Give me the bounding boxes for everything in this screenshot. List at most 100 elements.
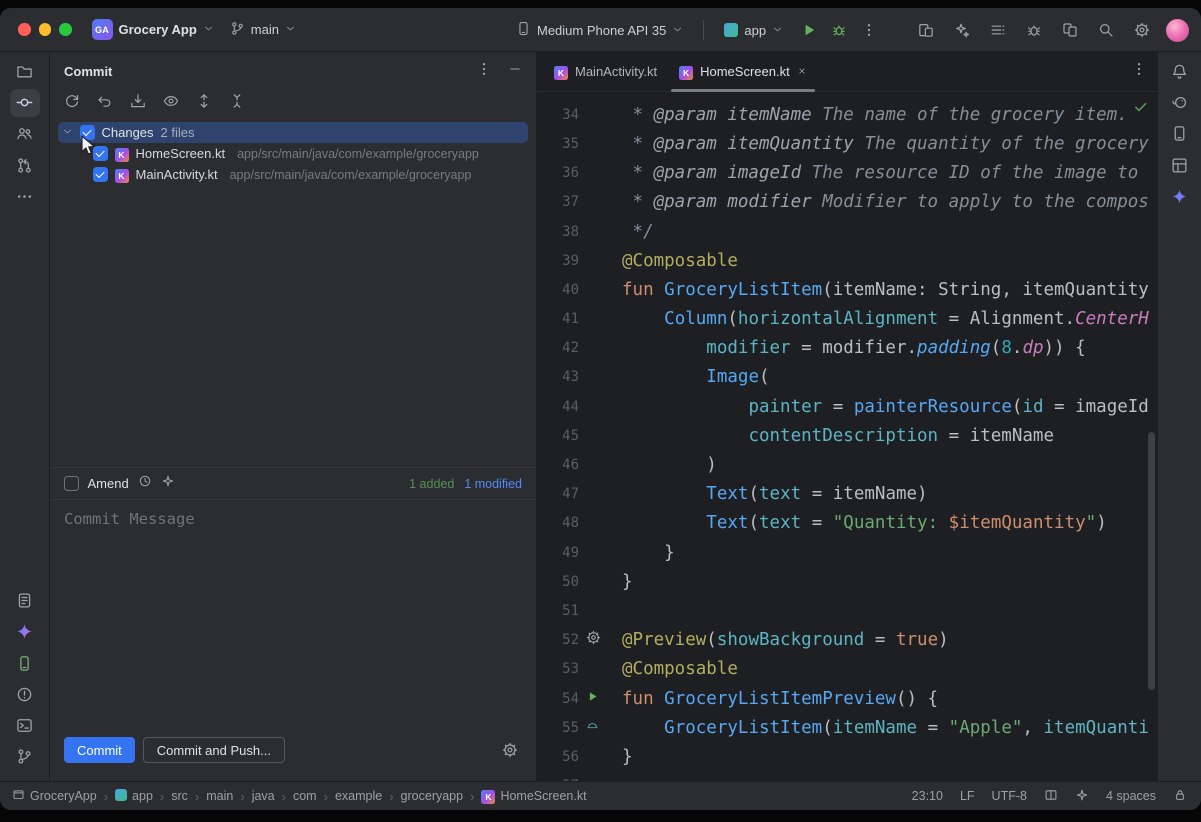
commit-and-push-button[interactable]: Commit and Push... xyxy=(143,737,285,763)
breadcrumb-HomeScreen.kt[interactable]: KHomeScreen.kt xyxy=(481,789,586,804)
ai-sparkle-icon[interactable] xyxy=(1075,788,1089,805)
chevron-down-icon xyxy=(772,23,783,38)
indent-size[interactable]: 4 spaces xyxy=(1106,789,1156,803)
status-bar-right: 23:10 LF UTF-8 4 spaces xyxy=(912,788,1187,805)
logcat-icon[interactable] xyxy=(10,587,40,615)
editor-tab-MainActivity.kt[interactable]: KMainActivity.kt xyxy=(543,52,668,91)
device-manager-icon[interactable] xyxy=(1165,120,1195,148)
line-number: 55 xyxy=(537,720,579,736)
code-text: } xyxy=(622,543,1157,563)
collapse-all-icon[interactable] xyxy=(229,93,245,114)
device-selector[interactable]: Medium Phone API 35 xyxy=(508,17,691,43)
preview-icon[interactable] xyxy=(586,719,599,737)
device-pair-icon[interactable] xyxy=(1058,18,1082,42)
breadcrumb-GroceryApp[interactable]: GroceryApp xyxy=(12,788,97,804)
layout-inspector-icon[interactable] xyxy=(1165,151,1195,179)
commit-options-gear-icon[interactable] xyxy=(498,738,522,762)
encoding[interactable]: UTF-8 xyxy=(992,789,1027,803)
breadcrumb-main[interactable]: main xyxy=(206,789,233,803)
task-list-icon[interactable] xyxy=(986,18,1010,42)
line-number: 47 xyxy=(537,486,579,502)
rollback-icon[interactable] xyxy=(97,93,113,114)
line-number: 54 xyxy=(537,691,579,707)
changed-file-row[interactable]: KMainActivity.ktapp/src/main/java/com/ex… xyxy=(58,164,528,185)
code-text: * @param modifier Modifier to apply to t… xyxy=(622,192,1157,212)
profiler-icon[interactable] xyxy=(1022,18,1046,42)
expand-all-icon[interactable] xyxy=(196,93,212,114)
cursor-position[interactable]: 23:10 xyxy=(912,789,943,803)
terminal-icon[interactable] xyxy=(10,712,40,740)
folder-icon[interactable] xyxy=(10,57,40,85)
changes-checkbox[interactable] xyxy=(80,125,95,140)
minimize-window-button[interactable] xyxy=(39,23,52,36)
tab-options-icon[interactable] xyxy=(1131,61,1147,82)
divider xyxy=(703,20,704,40)
code-text: * @param itemQuantity The quantity of th… xyxy=(622,134,1157,154)
vcs-icon[interactable] xyxy=(10,743,40,771)
device-mirror-icon[interactable] xyxy=(914,18,938,42)
file-checkbox[interactable] xyxy=(93,167,108,182)
run-button[interactable] xyxy=(797,18,821,42)
debug-button[interactable] xyxy=(827,18,851,42)
code-text: contentDescription = itemName xyxy=(622,426,1157,446)
right-tool-stripe xyxy=(1157,52,1201,781)
commit-button[interactable]: Commit xyxy=(64,737,135,763)
editor-scrollbar[interactable] xyxy=(1148,432,1155,690)
shelve-icon[interactable] xyxy=(130,93,146,114)
users-icon[interactable] xyxy=(10,120,40,148)
more-run-options-icon[interactable] xyxy=(857,18,881,42)
breadcrumb-app[interactable]: app xyxy=(115,789,153,804)
breadcrumb-java[interactable]: java xyxy=(252,789,275,803)
gradle-icon[interactable] xyxy=(1165,89,1195,117)
commit-icon[interactable] xyxy=(10,89,40,117)
commit-panel-options-icon[interactable] xyxy=(476,61,492,82)
breadcrumb-separator: › xyxy=(240,789,244,804)
run-icon[interactable] xyxy=(586,690,599,708)
inspections-ok-icon[interactable] xyxy=(1133,99,1148,119)
hide-panel-icon[interactable] xyxy=(508,62,522,81)
changes-label: Changes xyxy=(102,125,154,140)
lock-icon[interactable] xyxy=(1173,788,1187,805)
reader-mode-icon[interactable] xyxy=(1044,788,1058,805)
breadcrumb-example[interactable]: example xyxy=(335,789,382,803)
expand-chevron-icon[interactable] xyxy=(62,125,73,140)
settings-icon[interactable] xyxy=(1130,18,1154,42)
file-checkbox[interactable] xyxy=(93,146,108,161)
commit-message-input[interactable]: Commit Message xyxy=(50,499,536,729)
problems-icon[interactable] xyxy=(10,680,40,708)
amend-checkbox[interactable] xyxy=(64,476,79,491)
pull-request-icon[interactable] xyxy=(10,151,40,179)
close-tab-icon[interactable] xyxy=(797,64,807,79)
editor-tab-HomeScreen.kt[interactable]: KHomeScreen.kt xyxy=(668,52,818,91)
breadcrumb-groceryapp[interactable]: groceryapp xyxy=(401,789,464,803)
running-devices-icon[interactable] xyxy=(10,649,40,677)
line-ending[interactable]: LF xyxy=(960,789,975,803)
preview-diff-icon[interactable] xyxy=(163,93,179,114)
changes-group-row[interactable]: Changes 2 files xyxy=(58,122,528,143)
notifications-icon[interactable] xyxy=(1165,57,1195,85)
gemini-icon[interactable] xyxy=(10,618,40,646)
close-window-button[interactable] xyxy=(18,23,31,36)
ai-actions-icon[interactable] xyxy=(950,18,974,42)
branch-selector[interactable]: main xyxy=(222,17,304,43)
code-line: 44 painter = painterResource(id = imageI… xyxy=(537,392,1157,421)
zoom-window-button[interactable] xyxy=(59,23,72,36)
commit-history-icon[interactable] xyxy=(138,474,152,493)
breadcrumb-src[interactable]: src xyxy=(171,789,188,803)
breadcrumb-separator: › xyxy=(282,789,286,804)
commit-tool-window: Commit Changes 2 files KHomeScreen.ktapp… xyxy=(50,52,537,781)
line-number: 42 xyxy=(537,340,579,356)
more-icon[interactable] xyxy=(10,182,40,210)
user-avatar[interactable] xyxy=(1166,19,1189,42)
run-configuration-selector[interactable]: app xyxy=(716,19,791,42)
modified-count: 1 modified xyxy=(464,477,522,491)
refresh-icon[interactable] xyxy=(64,93,80,114)
breadcrumbs: GroceryApp›app›src›main›java›com›example… xyxy=(12,788,587,804)
search-icon[interactable] xyxy=(1094,18,1118,42)
gemini-sparkle-icon[interactable] xyxy=(1165,182,1195,210)
breadcrumb-com[interactable]: com xyxy=(293,789,317,803)
gear-icon[interactable] xyxy=(586,630,601,650)
generate-message-icon[interactable] xyxy=(161,474,175,493)
project-selector[interactable]: GA Grocery App xyxy=(84,15,222,44)
changed-file-row[interactable]: KHomeScreen.ktapp/src/main/java/com/exam… xyxy=(58,143,528,164)
